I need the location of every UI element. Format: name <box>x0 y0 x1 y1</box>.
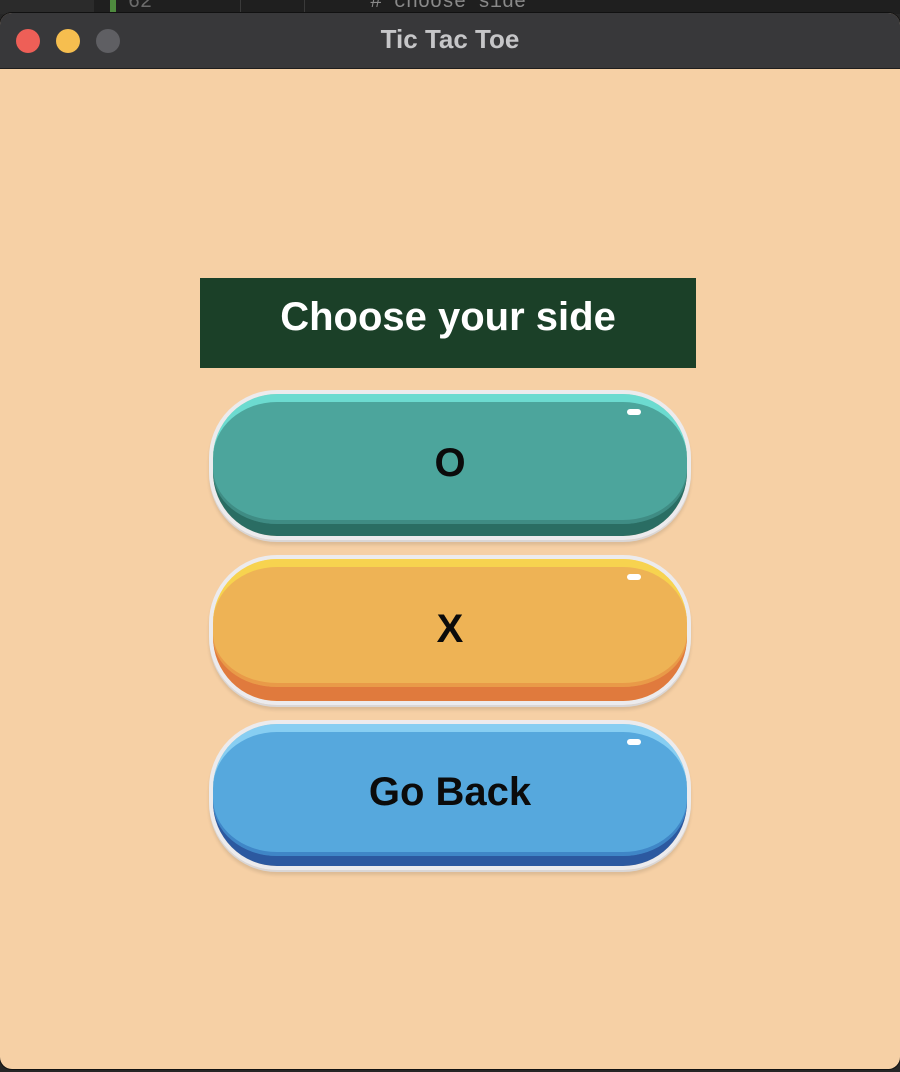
button-highlight <box>627 574 641 580</box>
editor-divider <box>240 0 241 14</box>
git-change-marker <box>110 0 116 14</box>
go-back-button[interactable]: Go Back <box>209 720 691 870</box>
title-bar[interactable]: Tic Tac Toe <box>0 13 900 69</box>
background-editor-strip: 62 # choose side <box>0 0 900 14</box>
editor-gutter <box>0 0 94 14</box>
choose-o-label: O <box>434 441 466 485</box>
game-screen: Choose your side O X Go Back <box>0 69 900 1069</box>
button-highlight <box>627 739 641 745</box>
window-title: Tic Tac Toe <box>380 24 520 54</box>
choose-side-heading: Choose your side <box>200 278 696 368</box>
editor-divider <box>304 0 305 14</box>
button-highlight <box>627 409 641 415</box>
app-window: Tic Tac Toe Choose your side O X Go Back <box>0 13 900 1069</box>
choose-x-button[interactable]: X <box>209 555 691 705</box>
go-back-label: Go Back <box>368 770 532 814</box>
choose-o-button[interactable]: O <box>209 390 691 540</box>
editor-code-line: # choose side <box>370 0 527 14</box>
choose-x-label: X <box>436 607 464 651</box>
editor-line-number: 62 <box>128 0 153 14</box>
